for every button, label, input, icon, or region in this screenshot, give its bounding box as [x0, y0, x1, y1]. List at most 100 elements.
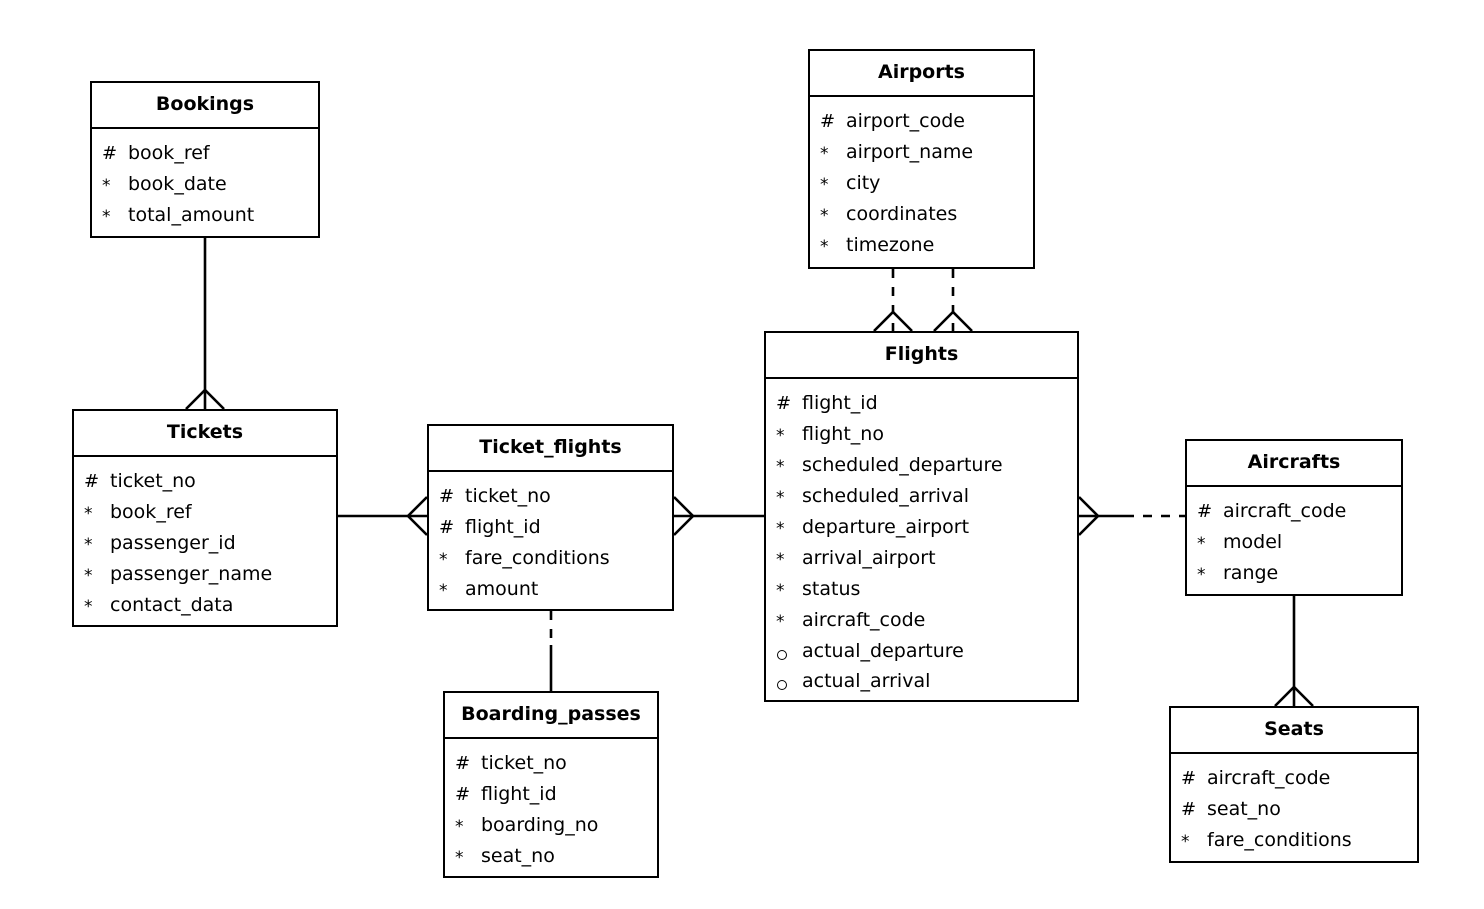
attribute-name: boarding_no — [481, 814, 599, 836]
entity-flights[interactable]: Flights # flight_id * flight_no * scheduled_de… — [764, 331, 1079, 702]
attribute-list-tickets: # ticket_no * book_ref * passenger_id * passeng… — [74, 457, 336, 632]
attribute-list-boarding_passes: # ticket_no # flight_id * boarding_no * seat_no — [445, 739, 657, 883]
attribute-row: * book_ref — [84, 497, 326, 528]
entity-title-tickets: Tickets — [74, 411, 336, 457]
attribute-list-flights: # flight_id * flight_no * scheduled_departure… — [766, 379, 1077, 707]
mandatory-icon: * — [455, 848, 464, 868]
mandatory-icon: * — [84, 535, 93, 555]
mandatory-icon: * — [1197, 565, 1206, 585]
entity-ticket_flights[interactable]: Ticket_flights # ticket_no # flight_id * fare_… — [427, 424, 674, 611]
primary-key-icon: # — [1181, 768, 1197, 789]
entity-title-boarding_passes: Boarding_passes — [445, 693, 657, 739]
primary-key-icon: # — [820, 111, 836, 132]
connector-airports-flights-arrival[interactable] — [933, 269, 973, 332]
attribute-row: # flight_id — [439, 512, 662, 543]
primary-key-icon: # — [439, 486, 455, 507]
attribute-name: book_ref — [128, 142, 210, 164]
attribute-name: total_amount — [128, 204, 255, 226]
attribute-row: # aircraft_code — [1181, 763, 1407, 794]
attribute-name: airport_name — [846, 141, 974, 163]
entity-aircrafts[interactable]: Aircrafts # aircraft_code * model * range — [1185, 439, 1403, 596]
mandatory-icon: * — [455, 817, 464, 837]
entity-bookings[interactable]: Bookings # book_ref * book_date * total_amount — [90, 81, 320, 238]
attribute-name: ticket_no — [481, 752, 567, 774]
entity-title-aircrafts: Aircrafts — [1187, 441, 1401, 487]
primary-key-icon: # — [1197, 501, 1213, 522]
attribute-name: seat_no — [481, 845, 555, 867]
attribute-row: # ticket_no — [455, 748, 647, 779]
attribute-name: coordinates — [846, 203, 958, 225]
attribute-name: timezone — [846, 234, 935, 256]
mandatory-icon: * — [820, 206, 829, 226]
entity-tickets[interactable]: Tickets # ticket_no * book_ref * passenger_id *… — [72, 409, 338, 627]
entity-title-bookings: Bookings — [92, 83, 318, 129]
attribute-row: # ticket_no — [439, 481, 662, 512]
attribute-name: actual_arrival — [802, 670, 931, 692]
attribute-name: book_date — [128, 173, 227, 195]
attribute-name: actual_departure — [802, 640, 964, 662]
attribute-row: * scheduled_arrival — [776, 481, 1067, 512]
entity-title-flights: Flights — [766, 333, 1077, 379]
attribute-row: # airport_code — [820, 106, 1023, 137]
connector-flights-aircrafts[interactable] — [1078, 496, 1185, 536]
attribute-list-airports: # airport_code * airport_name * city * coordina… — [810, 97, 1033, 272]
entity-title-airports: Airports — [810, 51, 1033, 97]
attribute-name: flight_id — [481, 783, 557, 805]
attribute-row: * airport_name — [820, 137, 1023, 168]
mandatory-icon: * — [820, 237, 829, 257]
attribute-row: * book_date — [102, 169, 308, 200]
entity-seats[interactable]: Seats # aircraft_code # seat_no * fare_conditi… — [1169, 706, 1419, 863]
primary-key-icon: # — [1181, 799, 1197, 820]
attribute-row: * city — [820, 168, 1023, 199]
primary-key-icon: # — [455, 753, 471, 774]
connector-airports-flights-departure[interactable] — [873, 269, 913, 332]
entity-title-ticket_flights: Ticket_flights — [429, 426, 672, 472]
attribute-row: * status — [776, 574, 1067, 605]
attribute-name: flight_id — [802, 392, 878, 414]
attribute-row: * fare_conditions — [1181, 825, 1407, 856]
attribute-name: ticket_no — [465, 485, 551, 507]
attribute-name: aircraft_code — [802, 609, 926, 631]
entity-boarding_passes[interactable]: Boarding_passes # ticket_no # flight_id * boar… — [443, 691, 659, 878]
mandatory-icon: * — [776, 581, 785, 601]
attribute-name: departure_airport — [802, 516, 970, 538]
attribute-row: * seat_no — [455, 841, 647, 872]
primary-key-icon: # — [102, 143, 118, 164]
entity-title-seats: Seats — [1171, 708, 1417, 754]
attribute-row: * total_amount — [102, 200, 308, 231]
primary-key-icon: # — [455, 784, 471, 805]
primary-key-icon: # — [439, 517, 455, 538]
attribute-list-ticket_flights: # ticket_no # flight_id * fare_conditions * amo… — [429, 472, 672, 616]
primary-key-icon: # — [776, 393, 792, 414]
mandatory-icon: * — [776, 488, 785, 508]
attribute-name: scheduled_arrival — [802, 485, 970, 507]
mandatory-icon: * — [84, 597, 93, 617]
attribute-row: * arrival_airport — [776, 543, 1067, 574]
mandatory-icon: * — [776, 426, 785, 446]
attribute-name: status — [802, 578, 861, 600]
attribute-row: actual_departure — [776, 636, 1067, 666]
attribute-row: # flight_id — [455, 779, 647, 810]
mandatory-icon: * — [776, 612, 785, 632]
mandatory-icon: * — [439, 550, 448, 570]
mandatory-icon: * — [439, 581, 448, 601]
mandatory-icon: * — [776, 457, 785, 477]
attribute-row: # flight_id — [776, 388, 1067, 419]
attribute-row: # aircraft_code — [1197, 496, 1391, 527]
attribute-row: * range — [1197, 558, 1391, 589]
attribute-name: airport_code — [846, 110, 966, 132]
mandatory-icon: * — [84, 566, 93, 586]
entity-airports[interactable]: Airports # airport_code * airport_name * city *… — [808, 49, 1035, 269]
attribute-name: aircraft_code — [1207, 767, 1331, 789]
attribute-row: * passenger_id — [84, 528, 326, 559]
mandatory-icon: * — [1197, 534, 1206, 554]
connector-ticket-flights-flights[interactable] — [673, 496, 764, 536]
connector-bookings-tickets[interactable] — [185, 238, 225, 410]
attribute-name: flight_no — [802, 423, 884, 445]
attribute-row: # seat_no — [1181, 794, 1407, 825]
connector-aircrafts-seats[interactable] — [1274, 596, 1314, 707]
attribute-name: range — [1223, 562, 1279, 584]
attribute-row: * passenger_name — [84, 559, 326, 590]
attribute-name: book_ref — [110, 501, 192, 523]
connector-tickets-ticket-flights[interactable] — [338, 496, 428, 536]
